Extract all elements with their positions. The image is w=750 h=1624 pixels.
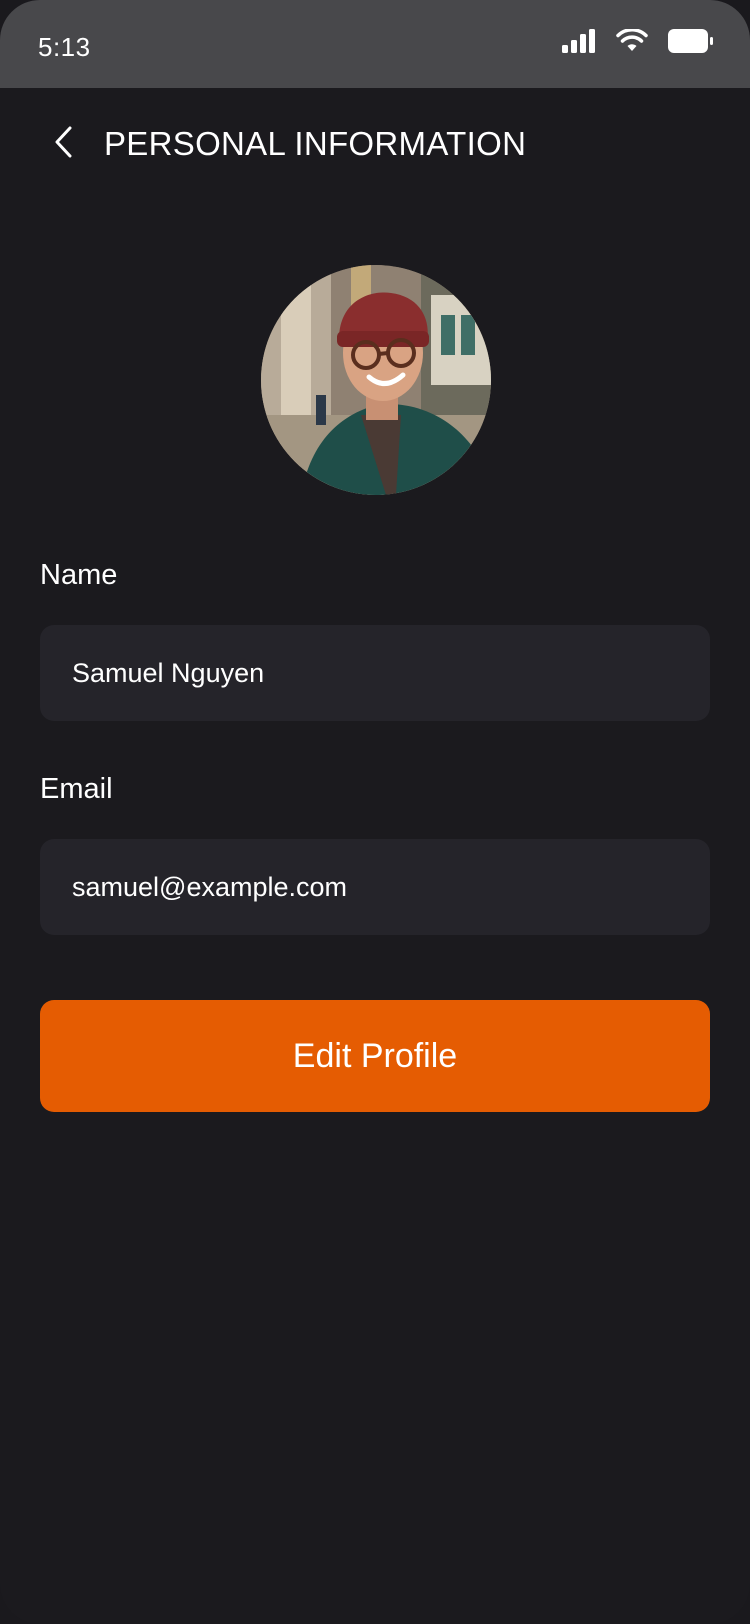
status-icons (562, 27, 714, 59)
name-input[interactable] (72, 657, 710, 689)
edit-profile-button[interactable]: Edit Profile (40, 1000, 710, 1112)
name-label: Name (40, 559, 118, 591)
chevron-left-icon (53, 125, 75, 164)
email-input[interactable] (72, 871, 710, 903)
status-time: 5:13 (38, 32, 91, 62)
email-label: Email (40, 773, 113, 805)
avatar[interactable] (261, 265, 491, 495)
name-field[interactable] (40, 625, 710, 721)
battery-icon (668, 28, 714, 59)
back-button[interactable] (44, 124, 84, 164)
email-field[interactable] (40, 839, 710, 935)
status-bar: 5:13 (0, 0, 750, 88)
wifi-icon (616, 27, 648, 58)
avatar-photo (261, 265, 491, 495)
app-screen: 5:13 PERSONAL INFORMATION Name Samuel Ng… (0, 0, 750, 1624)
cellular-signal-icon (562, 28, 596, 58)
page-title: PERSONAL INFORMATION (104, 125, 527, 162)
page-header: PERSONAL INFORMATION (0, 88, 750, 198)
